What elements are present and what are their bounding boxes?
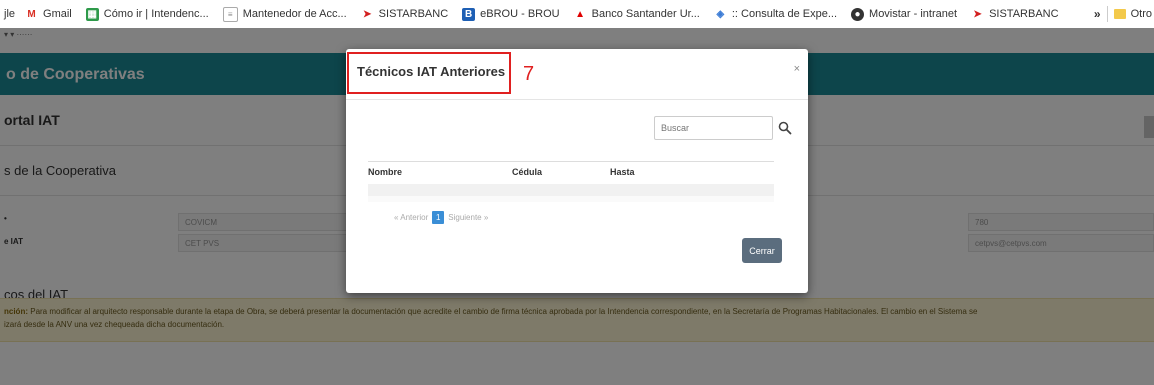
pagination: « Anterior 1 Siguiente » [394, 211, 488, 224]
bookmark-label: :: Consulta de Expe... [731, 8, 838, 20]
close-button[interactable]: Cerrar [742, 238, 782, 263]
bookmark-sistarbanc-2[interactable]: ➤ SISTARBANC [971, 8, 1058, 21]
bookmark-label: Gmail [43, 8, 72, 20]
modal-title: Técnicos IAT Anteriores [357, 64, 506, 79]
sistarbanc-icon: ➤ [973, 8, 982, 20]
annotation-number: 7 [523, 63, 535, 85]
brou-icon: B [462, 7, 476, 21]
folder-icon [1113, 9, 1126, 19]
sistarbanc-icon: ➤ [362, 8, 372, 20]
table-row [368, 184, 774, 196]
pager-previous[interactable]: « Anterior [394, 213, 428, 222]
search-icon[interactable] [778, 121, 792, 135]
page-icon: ≡ [222, 6, 238, 22]
table-top-border [368, 161, 774, 162]
santander-icon: ▲ [575, 8, 586, 20]
bookmark-label: jle [4, 8, 16, 20]
bookmark-truncated[interactable]: jle [4, 8, 15, 20]
bookmark-consulta[interactable]: ◈ :: Consulta de Expe... [714, 8, 838, 21]
bookmarks-separator [1106, 6, 1108, 22]
column-header-nombre[interactable]: Nombre [368, 167, 402, 177]
movistar-icon: ● [851, 7, 865, 21]
column-header-hasta[interactable]: Hasta [610, 167, 635, 177]
bookmark-label: eBROU - BROU [480, 8, 560, 20]
map-icon: ▦ [85, 7, 99, 21]
search-input[interactable] [654, 116, 773, 140]
consulta-icon: ◈ [716, 8, 725, 20]
bookmark-label: Movistar - intranet [869, 8, 958, 20]
bookmark-label: SISTARBANC [378, 8, 449, 20]
bookmark-santander[interactable]: ▲ Banco Santander Ur... [574, 8, 700, 21]
bookmark-como-ir[interactable]: ▦ Cómo ir | Intendenc... [85, 7, 209, 21]
modal-divider [346, 99, 808, 100]
bookmark-label: SISTARBANC [989, 8, 1059, 20]
bookmarks-overflow-area: » Otro [1085, 0, 1154, 28]
bookmark-gmail[interactable]: M Gmail [25, 8, 72, 21]
column-header-cedula[interactable]: Cédula [512, 167, 542, 177]
pager-page-1[interactable]: 1 [432, 211, 445, 224]
bookmark-mantenedor[interactable]: ≡ Mantenedor de Acc... [222, 6, 347, 22]
bookmark-ebrou[interactable]: B eBROU - BROU [462, 7, 560, 21]
close-icon[interactable]: × [794, 63, 800, 75]
bookmark-sistarbanc[interactable]: ➤ SISTARBANC [361, 8, 448, 21]
table-row [368, 196, 774, 202]
bookmarks-bar: jle M Gmail ▦ Cómo ir | Intendenc... ≡ M… [0, 0, 1154, 28]
bookmark-label: Cómo ir | Intendenc... [103, 8, 209, 20]
tecnicos-modal: Técnicos IAT Anteriores 7 × Nombre Cédul… [346, 49, 808, 293]
bookmarks-overflow-button[interactable]: » [1094, 7, 1101, 21]
bookmark-label: Banco Santander Ur... [591, 8, 700, 20]
bookmark-label: Mantenedor de Acc... [242, 8, 347, 20]
gmail-icon: M [27, 8, 36, 20]
bookmark-movistar[interactable]: ● Movistar - intranet [851, 7, 958, 21]
other-bookmarks-label[interactable]: Otro [1131, 8, 1154, 20]
pager-next[interactable]: Siguiente » [448, 213, 488, 222]
